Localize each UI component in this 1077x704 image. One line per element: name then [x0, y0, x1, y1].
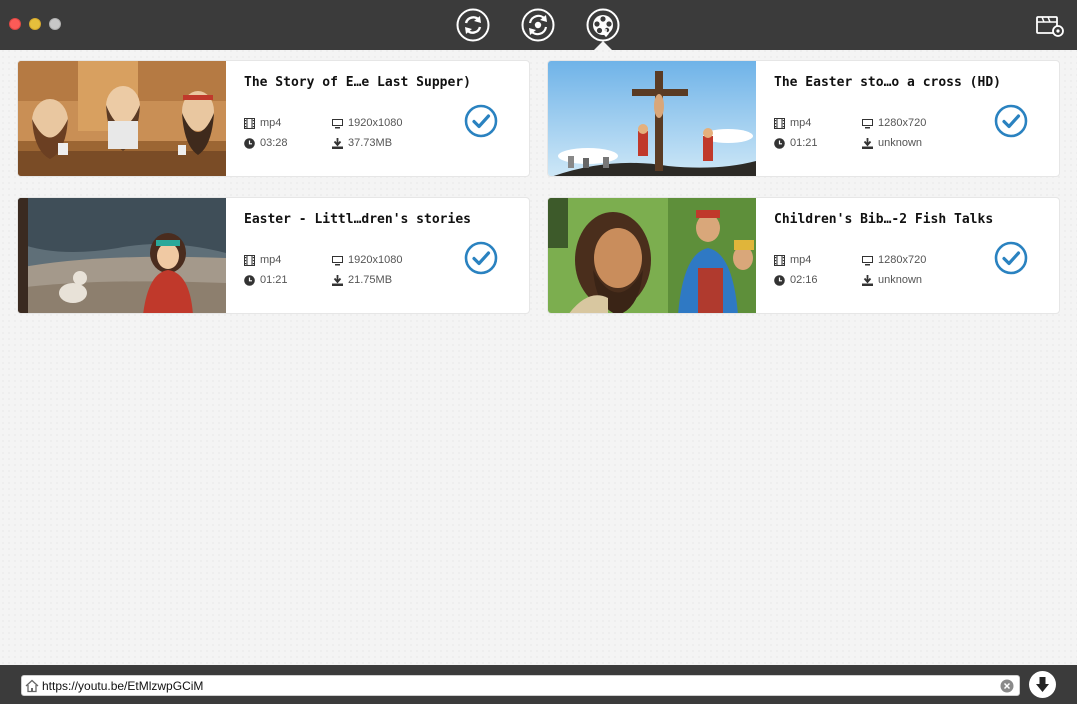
video-resolution: 1920x1080	[332, 117, 402, 129]
monitor-icon	[332, 255, 343, 266]
video-title: The Story of E…e Last Supper)	[244, 75, 471, 90]
checkmark-icon[interactable]	[464, 104, 498, 138]
convert-icon[interactable]	[456, 8, 490, 42]
active-tab-indicator	[594, 41, 612, 50]
video-resolution: 1280x720	[862, 117, 926, 129]
checkmark-icon[interactable]	[994, 104, 1028, 138]
monitor-icon	[862, 118, 873, 129]
film-icon	[774, 117, 785, 129]
video-settings-icon[interactable]	[1035, 14, 1065, 38]
video-format: mp4	[244, 254, 281, 266]
bottom-bar	[0, 665, 1077, 704]
video-card[interactable]: Children's Bib…-2 Fish Talks mp4 1280x72…	[547, 197, 1060, 314]
title-bar	[0, 0, 1077, 50]
video-size: 21.75MB	[332, 274, 392, 286]
video-title: The Easter sto…o a cross (HD)	[774, 75, 1001, 90]
video-size: unknown	[862, 274, 922, 286]
url-field[interactable]	[21, 675, 1020, 696]
download-video-icon[interactable]	[586, 8, 620, 42]
monitor-icon	[862, 255, 873, 266]
video-thumbnail	[548, 198, 756, 313]
video-title: Children's Bib…-2 Fish Talks	[774, 212, 994, 227]
film-icon	[774, 254, 785, 266]
video-format: mp4	[774, 117, 811, 129]
video-duration: 02:16	[774, 274, 818, 286]
minimize-window-button[interactable]	[29, 18, 41, 30]
video-size: unknown	[862, 137, 922, 149]
video-duration: 01:21	[774, 137, 818, 149]
clear-icon[interactable]	[1000, 679, 1014, 693]
download-icon	[862, 274, 873, 286]
monitor-icon	[332, 118, 343, 129]
video-title: Easter - Littl…dren's stories	[244, 212, 471, 227]
record-icon[interactable]	[521, 8, 555, 42]
close-window-button[interactable]	[9, 18, 21, 30]
video-resolution: 1280x720	[862, 254, 926, 266]
video-resolution: 1920x1080	[332, 254, 402, 266]
download-button[interactable]	[1029, 671, 1056, 698]
video-duration: 03:28	[244, 137, 288, 149]
video-card[interactable]: The Easter sto…o a cross (HD) mp4 1280x7…	[547, 60, 1060, 177]
checkmark-icon[interactable]	[994, 241, 1028, 275]
download-icon	[862, 137, 873, 149]
home-icon	[25, 679, 39, 693]
checkmark-icon[interactable]	[464, 241, 498, 275]
clock-icon	[244, 274, 255, 286]
zoom-window-button[interactable]	[49, 18, 61, 30]
video-format: mp4	[244, 117, 281, 129]
clock-icon	[774, 274, 785, 286]
video-duration: 01:21	[244, 274, 288, 286]
clock-icon	[774, 137, 785, 149]
video-format: mp4	[774, 254, 811, 266]
download-icon	[332, 137, 343, 149]
video-thumbnail	[18, 198, 226, 313]
download-icon	[332, 274, 343, 286]
video-card[interactable]: The Story of E…e Last Supper) mp4 1920x1…	[17, 60, 530, 177]
film-icon	[244, 117, 255, 129]
video-size: 37.73MB	[332, 137, 392, 149]
video-card[interactable]: Easter - Littl…dren's stories mp4 1920x1…	[17, 197, 530, 314]
clock-icon	[244, 137, 255, 149]
video-thumbnail	[548, 61, 756, 176]
video-thumbnail	[18, 61, 226, 176]
film-icon	[244, 254, 255, 266]
url-input[interactable]	[42, 677, 992, 695]
